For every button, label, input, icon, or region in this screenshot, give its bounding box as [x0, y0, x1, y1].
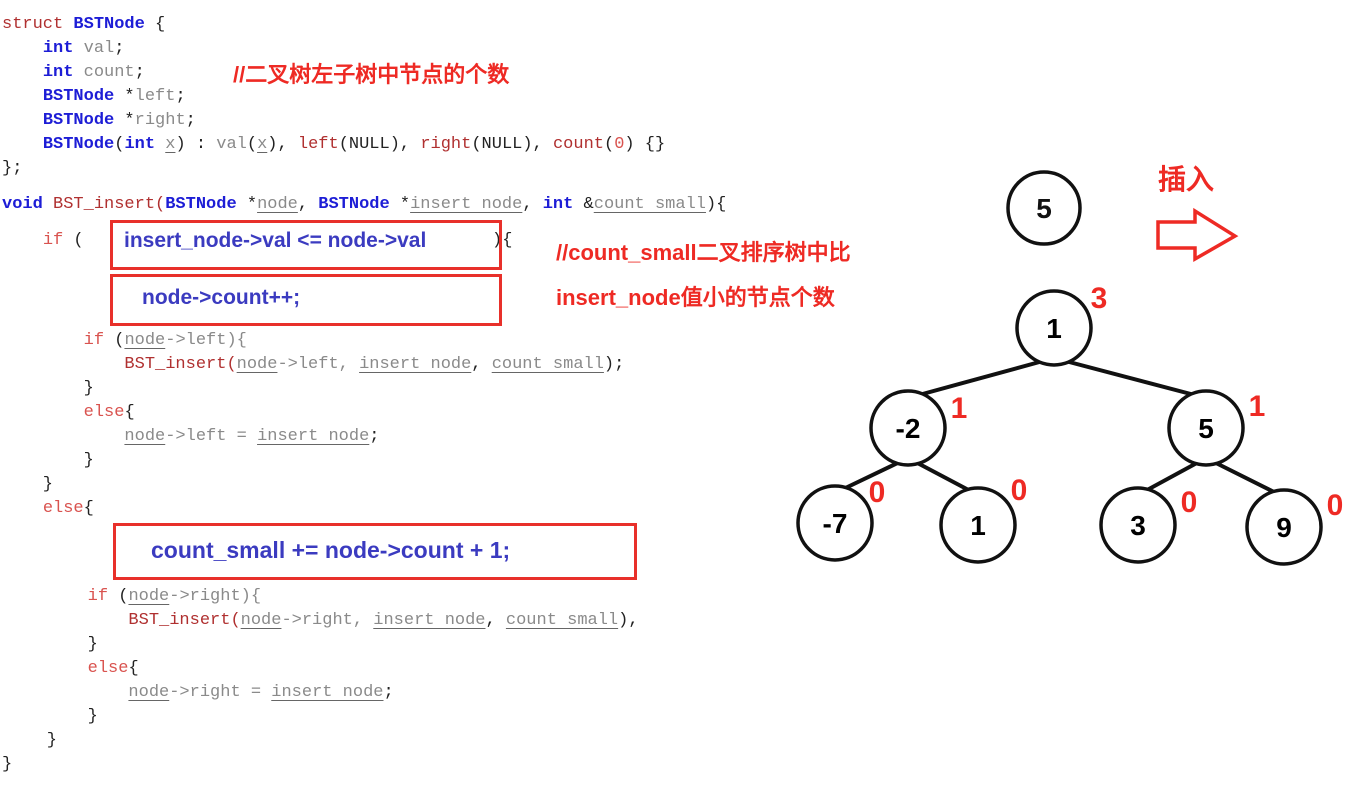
node-value: 5	[1198, 413, 1214, 444]
tree-node: -7 0	[796, 476, 886, 562]
tree-node: 30	[1099, 486, 1198, 564]
node-count-label: 0	[1011, 474, 1028, 507]
new-node-value: 5	[1036, 193, 1052, 224]
tree-node: 51	[1167, 389, 1266, 467]
bst-diagram: 5 13-2151-70103090	[796, 170, 1344, 566]
node-value: 9	[1276, 512, 1292, 543]
node-value: 3	[1130, 510, 1146, 541]
tree-node: 10	[939, 474, 1028, 564]
node-count-label: 0	[869, 476, 886, 509]
node-value: 1	[1046, 313, 1062, 344]
tree-node: 13	[1015, 282, 1108, 367]
node-count-label: 3	[1091, 282, 1108, 315]
node-value: -7	[823, 508, 848, 539]
node-count-label: 1	[951, 392, 968, 425]
tree-edge	[907, 356, 1055, 400]
node-value: 1	[970, 510, 986, 541]
tree-node: -2 1	[869, 389, 968, 467]
right-arrow-icon	[1156, 207, 1239, 263]
node-count-label: 0	[1327, 489, 1344, 522]
node-count-label: 1	[1249, 390, 1266, 423]
node-count-label: 0	[1181, 486, 1198, 519]
new-node: 5	[1006, 170, 1082, 246]
tree-edge	[1053, 356, 1207, 400]
node-value: -2	[896, 413, 921, 444]
tree-node: 90	[1245, 488, 1344, 566]
